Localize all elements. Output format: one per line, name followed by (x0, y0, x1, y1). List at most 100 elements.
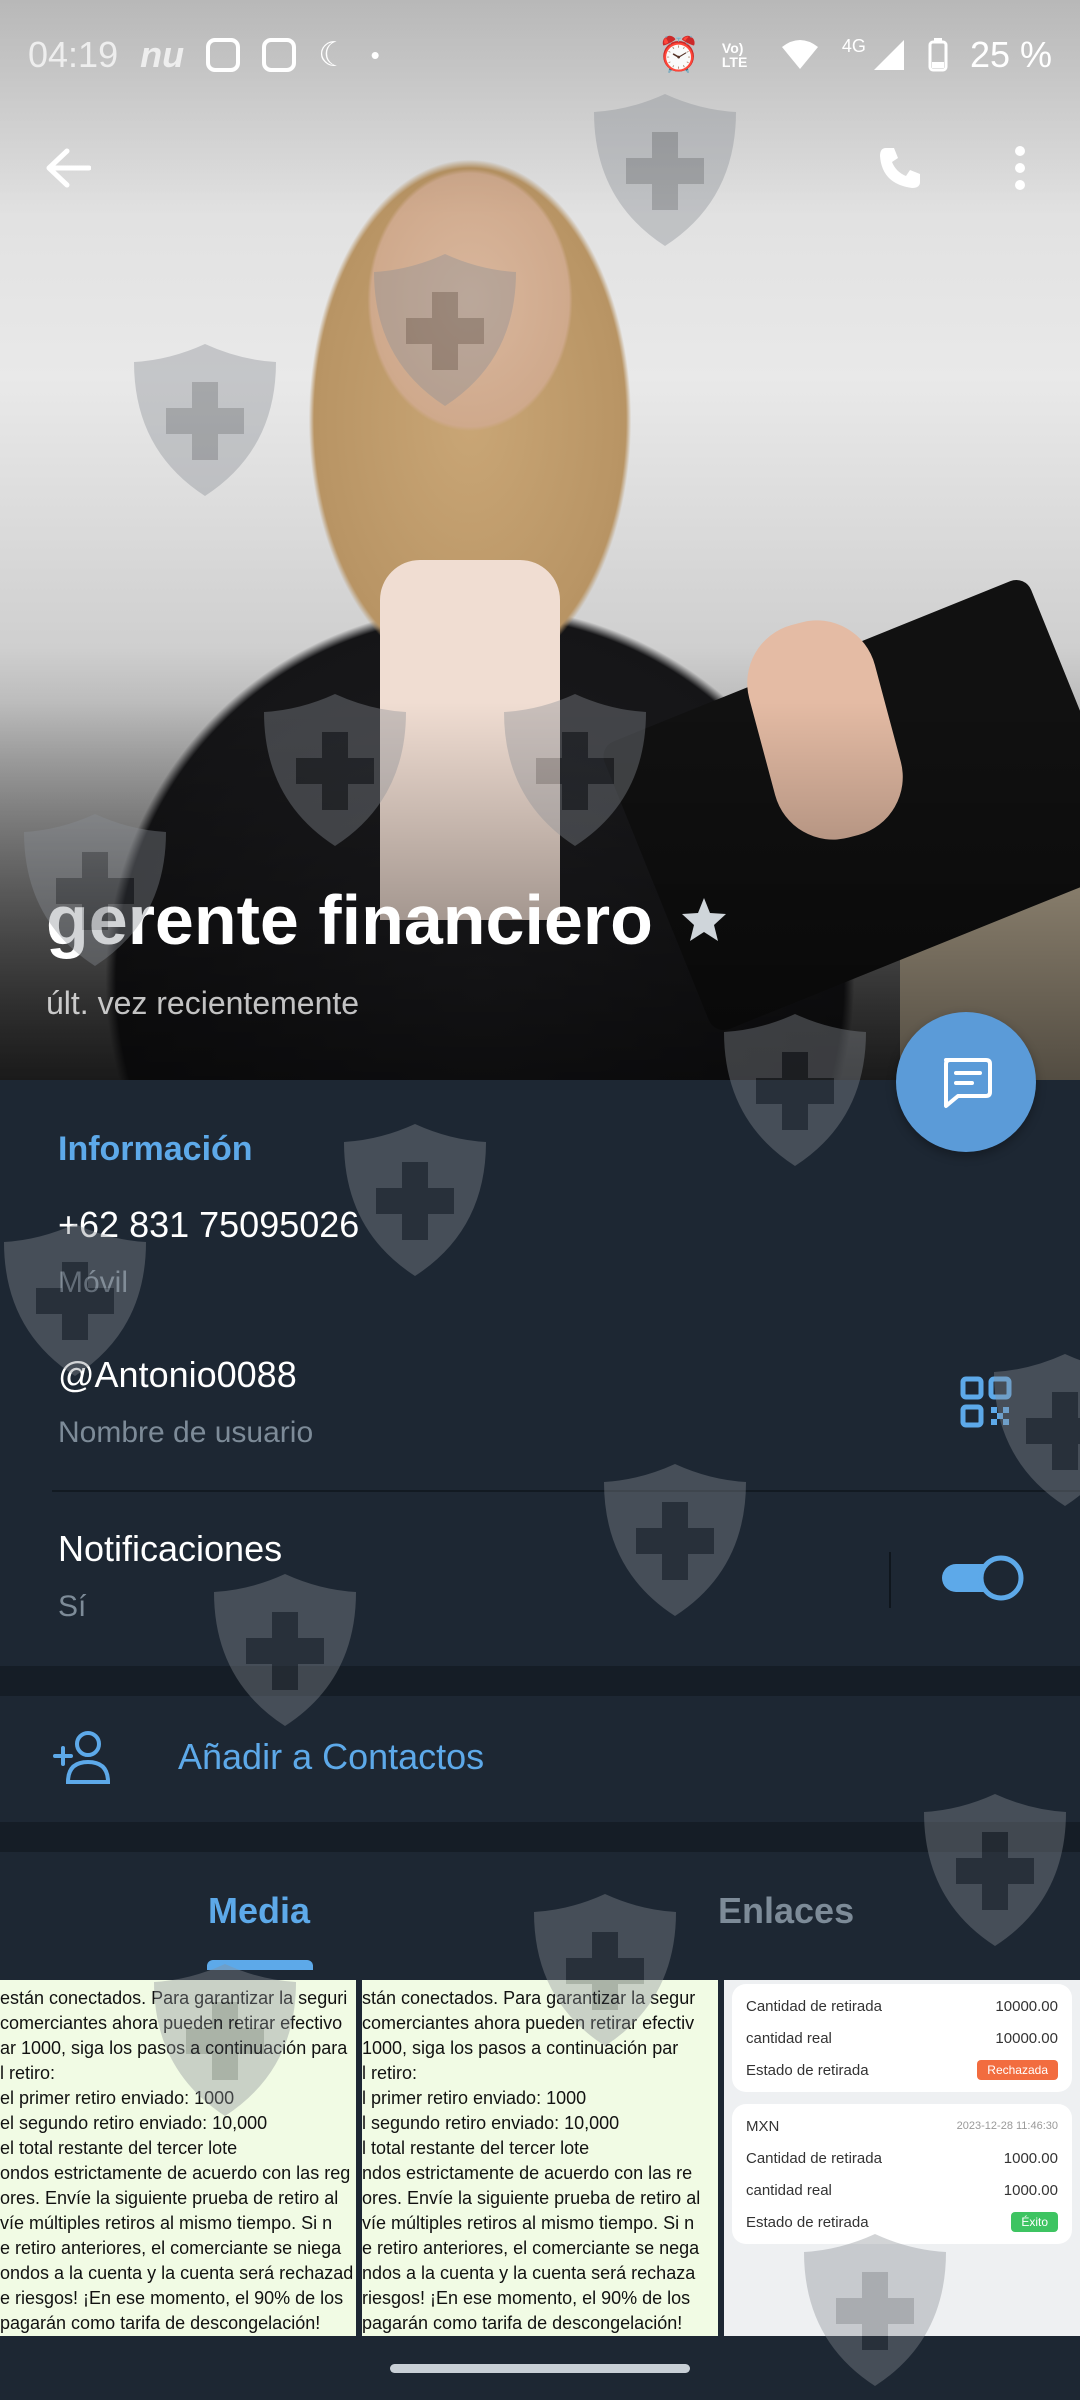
row-value: 1000.00 (1003, 2149, 1058, 2167)
thumbnail-line: el primer retiro enviado: 1000 (0, 2088, 235, 2108)
username-label: Nombre de usuario (58, 1416, 314, 1449)
thumbnail-text: están conectados. Para garantizar la seg… (0, 1986, 356, 2336)
thumbnail-line: e riesgos! ¡En ese momento, el 90% de lo… (0, 2288, 344, 2308)
phone-icon (880, 148, 920, 188)
thumbnail-text: stán conectados. Para garantizar la segu… (362, 1986, 718, 2336)
signal-icon (873, 40, 904, 70)
thumbnail-line: l total restante del tercer lote (362, 2138, 590, 2158)
media-thumbnail-1[interactable]: están conectados. Para garantizar la seg… (0, 1980, 356, 2336)
currency-label: MXN (746, 2117, 780, 2135)
thumbnail-line: l segundo retiro enviado: 10,000 (362, 2113, 620, 2133)
volte-icon: Vo) LTE (721, 40, 748, 70)
battery-icon (928, 38, 948, 72)
withdrawal-card-2: MXN 2023-12-28 11:46:30 Cantidad de retir… (732, 2104, 1072, 2244)
withdrawal-row: cantidad real 10000.00 (746, 2022, 1058, 2054)
status-badge: Éxito (1011, 2212, 1058, 2232)
thumbnail-line: el segundo retiro enviado: 10,000 (0, 2113, 268, 2133)
info-section-title: Información (58, 1130, 253, 1168)
home-gesture-pill[interactable] (390, 2364, 690, 2373)
thumbnail-line: comerciantes ahora pueden retirar efecti… (0, 2013, 343, 2033)
tab-media[interactable]: Media (208, 1890, 310, 1932)
thumbnail-line: víe múltiples retiros al mismo tiempo. S… (0, 2213, 333, 2233)
thumbnail-line: e retiro anteriores, el comerciante se n… (362, 2238, 700, 2258)
instagram-icon-2 (262, 38, 297, 72)
row-label: cantidad real (746, 2181, 832, 2199)
tab-indicator (207, 1960, 313, 1970)
thumbnail-line: l primer retiro enviado: 1000 (362, 2088, 587, 2108)
phone-row[interactable]: +62 831 75095026 Móvil (0, 1200, 1080, 1310)
thumbnail-line: ar 1000, siga los pasos a continuación p… (0, 2038, 348, 2058)
thumbnail-line: ondos estrictamente de acuerdo con las r… (0, 2163, 351, 2183)
call-button[interactable] (860, 128, 940, 208)
thumbnail-line: ndos estrictamente de acuerdo con las re (362, 2163, 693, 2183)
moon-icon: ☾ (318, 36, 349, 74)
withdrawal-row: Cantidad de retirada 10000.00 (746, 1990, 1058, 2022)
send-message-button[interactable] (896, 1012, 1036, 1152)
thumbnail-line: ndos a la cuenta y la cuenta será rechaz… (362, 2263, 696, 2283)
thumbnail-line: pagarán como tarifa de descongelación! (362, 2313, 683, 2333)
thumbnail-line: comerciantes ahora pueden retirar efecti… (362, 2013, 695, 2033)
thumbnail-line: 1000, siga los pasos a continuación par (362, 2038, 679, 2058)
nu-app-icon: nu (140, 34, 185, 75)
row-label: Estado de retirada (746, 2061, 869, 2079)
row-label: Cantidad de retirada (746, 2149, 882, 2167)
row-value: 10000.00 (995, 1997, 1058, 2015)
star-icon (681, 898, 726, 941)
profile-name-text: gerente financiero (46, 881, 653, 959)
row-label: Estado de retirada (746, 2213, 869, 2231)
network-type-label: 4G (841, 35, 866, 56)
media-thumbnail-3[interactable]: Cantidad de retirada 10000.00 cantidad re… (724, 1980, 1080, 2336)
qr-code-button[interactable] (960, 1376, 1020, 1436)
username: @Antonio0088 (58, 1354, 297, 1395)
last-seen-status: últ. vez recientemente (46, 985, 360, 1021)
withdrawal-card-1: Cantidad de retirada 10000.00 cantidad re… (732, 1984, 1072, 2092)
more-vertical-icon (1015, 146, 1025, 190)
thumbnail-line: stán conectados. Para garantizar la segu… (362, 1988, 696, 2008)
divider (52, 1490, 1080, 1492)
add-user-icon (53, 1731, 111, 1784)
instagram-icon (206, 38, 241, 72)
withdrawal-header-row: MXN 2023-12-28 11:46:30 (746, 2110, 1058, 2142)
back-arrow-icon (46, 148, 91, 188)
thumbnail-line: l retiro: (0, 2063, 56, 2083)
profile-name: gerente financiero (46, 880, 729, 960)
media-thumbnail-2[interactable]: stán conectados. Para garantizar la segu… (362, 1980, 718, 2336)
status-badge: Rechazada (977, 2060, 1058, 2080)
wifi-icon (781, 40, 818, 69)
thumbnail-line: víe múltiples retiros al mismo tiempo. S… (362, 2213, 695, 2233)
battery-percent: 25 % (969, 34, 1052, 75)
row-value: 1000.00 (1003, 2181, 1058, 2199)
section-gap (0, 1666, 1080, 1696)
alarm-icon: ⏰ (657, 36, 700, 74)
phone-number: +62 831 75095026 (58, 1204, 360, 1245)
status-time: 04:19 (28, 34, 119, 75)
vertical-separator (889, 1552, 891, 1608)
thumbnail-line: riesgos! ¡En ese momento, el 90% de los (362, 2288, 691, 2308)
withdrawal-row: Estado de retirada Rechazada (746, 2054, 1058, 2086)
status-bar: 04:19 nu ☾ • ⏰ Vo) LTE 4G 25 % (0, 0, 1080, 110)
dot-icon: • (370, 39, 380, 70)
thumbnail-line: el total restante del tercer lote (0, 2138, 238, 2158)
notifications-row[interactable]: Notificaciones Sí (0, 1524, 1080, 1634)
message-icon (944, 1058, 992, 1108)
withdrawal-row: cantidad real 1000.00 (746, 2174, 1058, 2206)
qr-code-icon (960, 1376, 1012, 1428)
username-row[interactable]: @Antonio0088 Nombre de usuario (0, 1350, 1080, 1460)
thumbnail-line: e retiro anteriores, el comerciante se n… (0, 2238, 342, 2258)
notifications-toggle[interactable] (940, 1555, 1026, 1601)
notifications-label: Notificaciones (58, 1528, 283, 1569)
row-value: 10000.00 (995, 2029, 1058, 2047)
more-options-button[interactable] (980, 128, 1060, 208)
thumbnail-line: pagarán como tarifa de descongelación! (0, 2313, 321, 2333)
thumbnail-line: están conectados. Para garantizar la seg… (0, 1988, 348, 2008)
notifications-value: Sí (58, 1590, 87, 1623)
date-label: 2023-12-28 11:46:30 (956, 2120, 1058, 2132)
add-contact-label: Añadir a Contactos (178, 1736, 485, 1777)
tab-links[interactable]: Enlaces (718, 1890, 854, 1932)
withdrawal-row: Estado de retirada Éxito (746, 2206, 1058, 2238)
row-label: cantidad real (746, 2029, 832, 2047)
thumbnail-line: ondos a la cuenta y la cuenta será recha… (0, 2263, 354, 2283)
row-label: Cantidad de retirada (746, 1997, 882, 2015)
add-contact-row[interactable]: Añadir a Contactos (0, 1696, 1080, 1822)
back-button[interactable] (28, 128, 108, 208)
